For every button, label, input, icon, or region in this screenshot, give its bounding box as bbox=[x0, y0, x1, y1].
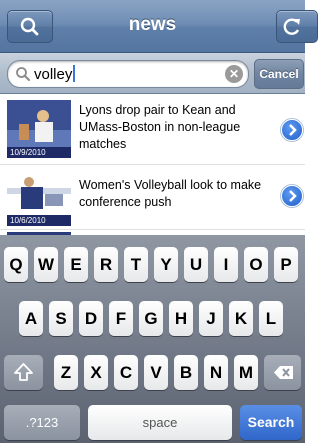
key-o[interactable]: O bbox=[244, 247, 268, 282]
numbers-key[interactable]: .?123 bbox=[4, 405, 80, 440]
key-h[interactable]: H bbox=[169, 301, 193, 336]
key-n[interactable]: N bbox=[204, 355, 228, 390]
result-date: 10/9/2010 bbox=[7, 147, 71, 158]
key-u[interactable]: U bbox=[184, 247, 208, 282]
cancel-button[interactable]: Cancel bbox=[254, 59, 304, 89]
nav-bar: news bbox=[0, 0, 318, 53]
key-t[interactable]: T bbox=[124, 247, 148, 282]
key-c[interactable]: C bbox=[114, 355, 138, 390]
key-i[interactable]: I bbox=[214, 247, 238, 282]
search-query: volley bbox=[34, 65, 76, 83]
disclosure-button[interactable] bbox=[281, 185, 303, 207]
chevron-right-icon bbox=[289, 190, 297, 202]
key-f[interactable]: F bbox=[109, 301, 133, 336]
result-row[interactable]: 10/9/2010 Lyons drop pair to Kean and UM… bbox=[0, 94, 305, 165]
keyboard: Q W E R T Y U I O P A S D F G H J K L Z … bbox=[0, 235, 305, 443]
key-z[interactable]: Z bbox=[54, 355, 78, 390]
search-input[interactable]: volley ✕ bbox=[7, 60, 249, 88]
key-p[interactable]: P bbox=[274, 247, 298, 282]
disclosure-button[interactable] bbox=[281, 119, 303, 141]
search-key[interactable]: Search bbox=[240, 405, 302, 440]
shift-key[interactable] bbox=[4, 355, 43, 390]
result-row[interactable]: 10/6/2010 Women's Volleyball look to mak… bbox=[0, 165, 305, 230]
result-thumbnail: 10/6/2010 bbox=[7, 168, 71, 226]
search-bar: volley ✕ Cancel bbox=[0, 53, 305, 94]
delete-key[interactable] bbox=[264, 355, 301, 390]
key-x[interactable]: X bbox=[84, 355, 108, 390]
key-m[interactable]: M bbox=[234, 355, 258, 390]
key-w[interactable]: W bbox=[34, 247, 58, 282]
key-k[interactable]: K bbox=[229, 301, 253, 336]
clear-icon[interactable]: ✕ bbox=[225, 65, 243, 83]
key-a[interactable]: A bbox=[19, 301, 43, 336]
refresh-button[interactable] bbox=[276, 10, 318, 43]
delete-icon bbox=[274, 366, 293, 379]
shift-icon bbox=[14, 363, 33, 381]
key-q[interactable]: Q bbox=[4, 247, 28, 282]
key-d[interactable]: D bbox=[79, 301, 103, 336]
result-date: 10/6/2010 bbox=[7, 215, 71, 226]
page-title: news bbox=[128, 14, 177, 35]
key-j[interactable]: J bbox=[199, 301, 223, 336]
key-v[interactable]: V bbox=[144, 355, 168, 390]
magnifier-icon bbox=[16, 67, 30, 81]
text-caret bbox=[73, 65, 76, 82]
key-e[interactable]: E bbox=[64, 247, 88, 282]
key-l[interactable]: L bbox=[259, 301, 283, 336]
key-r[interactable]: R bbox=[94, 247, 118, 282]
refresh-icon bbox=[283, 18, 300, 35]
space-key[interactable]: space bbox=[88, 405, 232, 440]
key-y[interactable]: Y bbox=[154, 247, 178, 282]
key-s[interactable]: S bbox=[49, 301, 73, 336]
key-b[interactable]: B bbox=[174, 355, 198, 390]
chevron-right-icon bbox=[289, 124, 297, 136]
result-title: Women's Volleyball look to make conferen… bbox=[79, 178, 262, 209]
key-g[interactable]: G bbox=[139, 301, 163, 336]
result-thumbnail: 10/9/2010 bbox=[7, 100, 71, 158]
result-title: Lyons drop pair to Kean and UMass-Boston… bbox=[79, 103, 241, 151]
